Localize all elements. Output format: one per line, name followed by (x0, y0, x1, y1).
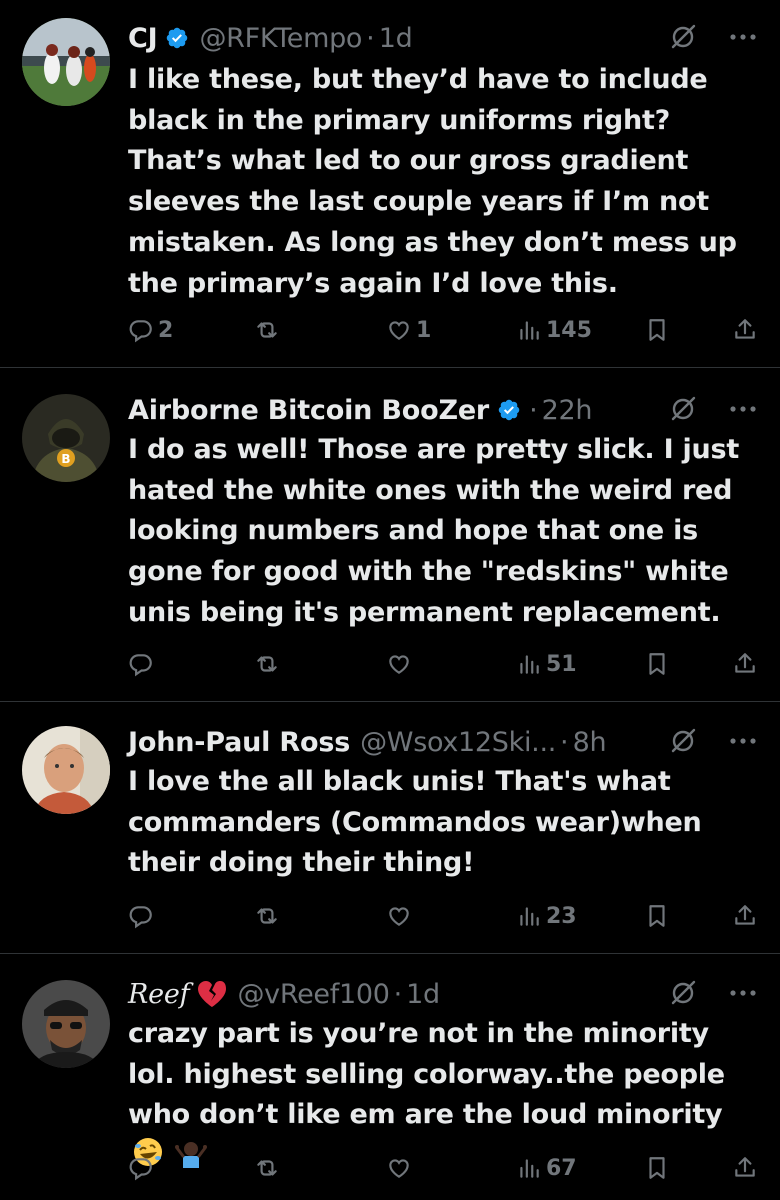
timestamp[interactable]: 1d (379, 23, 413, 54)
avatar[interactable]: B (22, 394, 110, 482)
view-count: 145 (546, 317, 592, 343)
share-button[interactable] (732, 903, 758, 929)
avatar[interactable] (22, 980, 110, 1068)
display-name[interactable]: Reef (128, 979, 190, 1010)
like-icon (386, 903, 412, 929)
like-button[interactable]: 1 (386, 317, 431, 343)
views-icon (516, 317, 542, 343)
tweet[interactable]: B Airborne Bitcoin BooZer · 22h I do as … (0, 368, 780, 702)
view-count: 67 (546, 1155, 577, 1181)
reply-button[interactable]: 2 (128, 317, 173, 343)
share-button[interactable] (732, 1155, 758, 1181)
views-button[interactable]: 51 (516, 651, 577, 677)
like-icon (386, 317, 412, 343)
reply-icon (128, 651, 154, 677)
broken-heart-emoji (198, 981, 227, 1007)
separator-dot: · (366, 22, 375, 54)
bookmark-button[interactable] (644, 317, 670, 343)
like-button[interactable] (386, 903, 412, 929)
more-icon[interactable] (728, 32, 758, 42)
reply-button[interactable] (128, 1155, 154, 1181)
repost-button[interactable] (254, 317, 280, 343)
tweet-text: I do as well! Those are pretty slick. I … (128, 434, 739, 628)
username[interactable]: @Wsox12Ski... (360, 727, 556, 758)
reply-count: 2 (158, 317, 174, 343)
repost-button[interactable] (254, 903, 280, 929)
grok-icon[interactable] (668, 22, 698, 52)
views-icon (516, 651, 542, 677)
reply-icon (128, 903, 154, 929)
bookmark-icon (644, 651, 670, 677)
avatar[interactable] (22, 726, 110, 814)
display-name[interactable]: John-Paul Ross (128, 727, 350, 758)
reply-feed: CJ @RFKTempo · 1d I like these, but they… (0, 0, 780, 1200)
tweet-text: I love the all black unis! That's what c… (128, 766, 702, 879)
views-button[interactable]: 23 (516, 903, 577, 929)
repost-icon (254, 317, 280, 343)
share-icon (732, 903, 758, 929)
grok-icon[interactable] (668, 726, 698, 756)
tweet[interactable]: Reef @vReef100 · 1d crazy part is you’re… (0, 954, 780, 1200)
share-icon (732, 317, 758, 343)
separator-dot: · (529, 394, 538, 426)
bookmark-icon (644, 317, 670, 343)
share-icon (732, 651, 758, 677)
action-bar: 2 1 145 (128, 310, 762, 350)
timestamp[interactable]: 22h (542, 395, 593, 426)
share-button[interactable] (732, 317, 758, 343)
tweet-text: crazy part is you’re not in the minority… (128, 1018, 725, 1131)
view-count: 51 (546, 651, 577, 677)
action-bar: 23 (128, 896, 762, 936)
bookmark-button[interactable] (644, 1155, 670, 1181)
timestamp[interactable]: 1d (406, 979, 440, 1010)
like-button[interactable] (386, 1155, 412, 1181)
view-count: 23 (546, 903, 577, 929)
username[interactable]: @vReef100 (237, 979, 389, 1010)
more-icon[interactable] (728, 404, 758, 414)
bookmark-button[interactable] (644, 903, 670, 929)
tweet[interactable]: CJ @RFKTempo · 1d I like these, but they… (0, 0, 780, 368)
bookmark-icon (644, 1155, 670, 1181)
reply-icon (128, 317, 154, 343)
share-button[interactable] (732, 651, 758, 677)
repost-icon (254, 651, 280, 677)
like-count: 1 (416, 317, 432, 343)
display-name[interactable]: Airborne Bitcoin BooZer (128, 395, 489, 426)
tweet-text: I like these, but they’d have to include… (128, 64, 737, 299)
separator-dot: · (393, 978, 403, 1010)
reply-button[interactable] (128, 651, 154, 677)
bookmark-icon (644, 903, 670, 929)
repost-icon (254, 903, 280, 929)
svg-text:B: B (61, 452, 70, 466)
bookmark-button[interactable] (644, 651, 670, 677)
verified-badge-icon (497, 398, 521, 422)
reply-button[interactable] (128, 903, 154, 929)
repost-button[interactable] (254, 651, 280, 677)
avatar[interactable] (22, 18, 110, 106)
separator-dot: · (560, 726, 569, 758)
grok-icon[interactable] (668, 394, 698, 424)
display-name[interactable]: CJ (128, 23, 158, 54)
like-icon (386, 1155, 412, 1181)
like-icon (386, 651, 412, 677)
repost-icon (254, 1155, 280, 1181)
repost-button[interactable] (254, 1155, 280, 1181)
views-icon (516, 903, 542, 929)
views-icon (516, 1155, 542, 1181)
views-button[interactable]: 67 (516, 1155, 577, 1181)
share-icon (732, 1155, 758, 1181)
reply-icon (128, 1155, 154, 1181)
verified-badge-icon (165, 26, 189, 50)
grok-icon[interactable] (668, 978, 698, 1008)
timestamp[interactable]: 8h (573, 727, 607, 758)
username[interactable]: @RFKTempo (199, 23, 362, 54)
more-icon[interactable] (728, 736, 758, 746)
more-icon[interactable] (728, 988, 758, 998)
views-button[interactable]: 145 (516, 317, 592, 343)
tweet[interactable]: John-Paul Ross @Wsox12Ski... · 8h I love… (0, 702, 780, 954)
action-bar: 51 (128, 644, 762, 684)
like-button[interactable] (386, 651, 412, 677)
action-bar: 67 (128, 1148, 762, 1188)
